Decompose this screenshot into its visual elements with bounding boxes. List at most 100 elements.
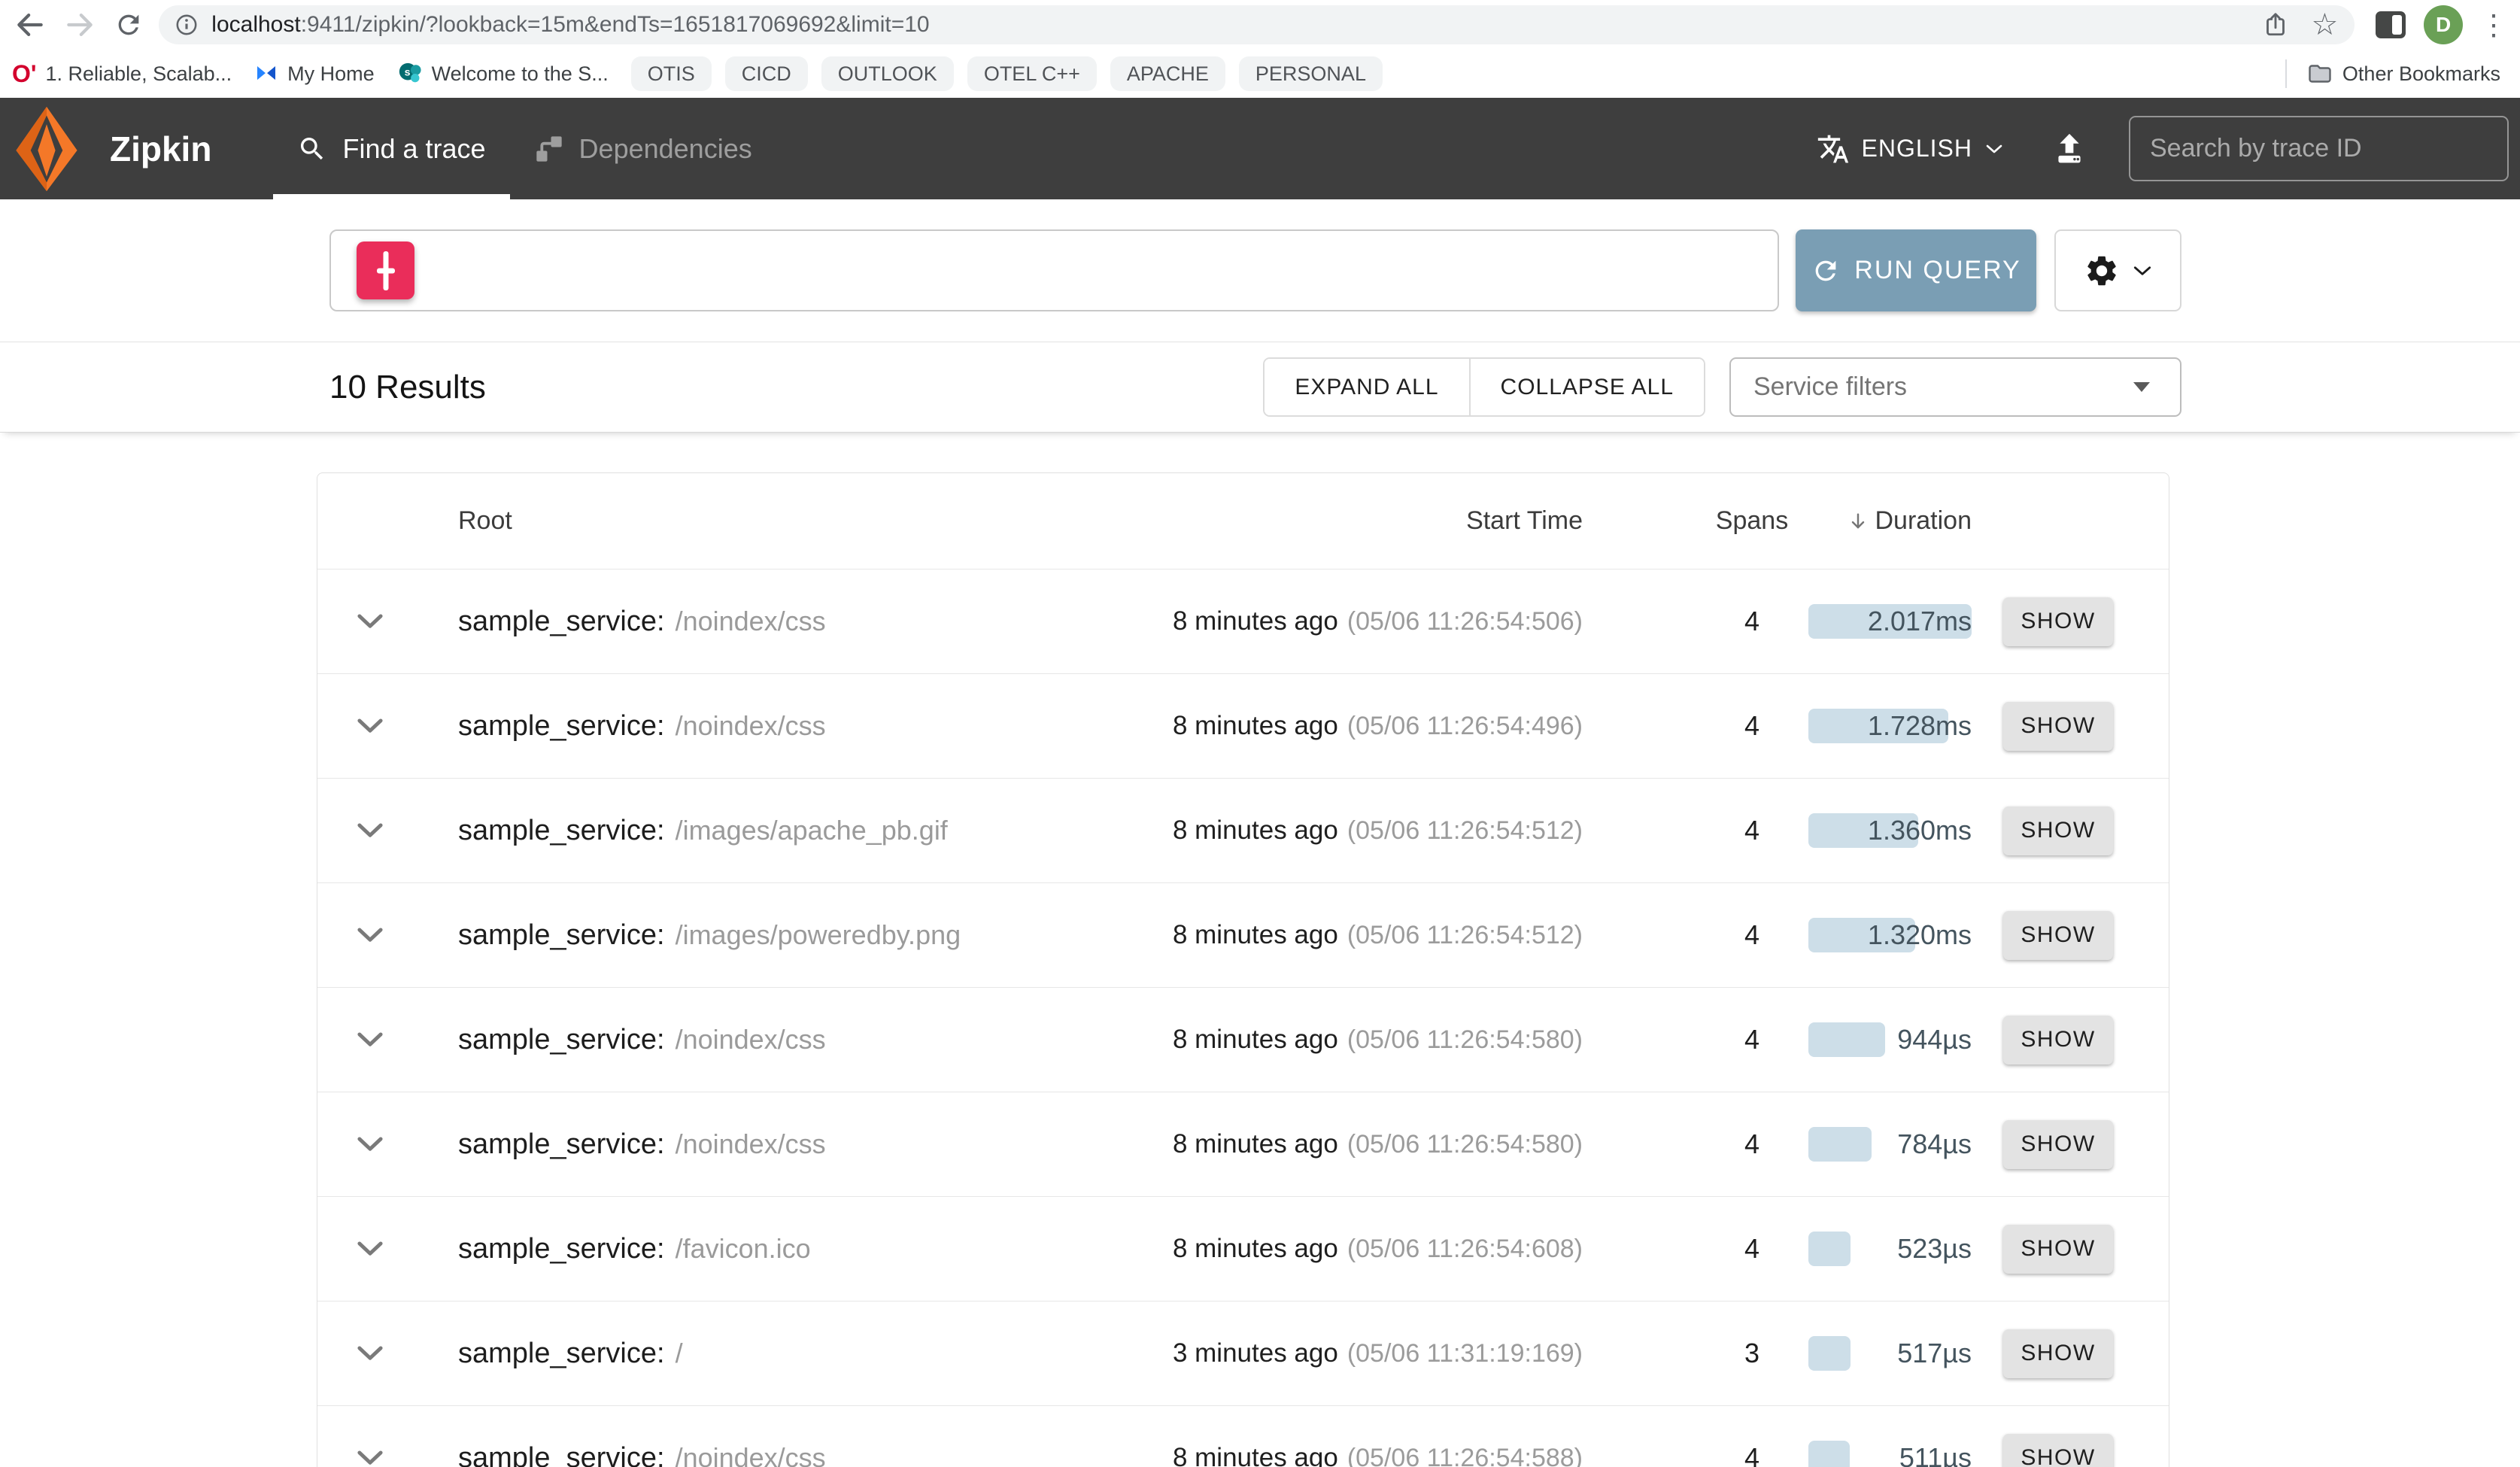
expand-row-button[interactable] (317, 822, 423, 839)
refresh-icon[interactable] (110, 5, 149, 44)
table-header: Root Start Time Spans Duration (317, 473, 2169, 569)
bookmark-star-icon[interactable]: ☆ (2312, 10, 2339, 40)
dropdown-icon (2133, 382, 2150, 392)
show-trace-button[interactable]: SHOW (2003, 1225, 2113, 1274)
bookmark-my-home[interactable]: My Home (254, 62, 375, 86)
show-trace-button[interactable]: SHOW (2003, 1120, 2113, 1169)
span-count: 4 (1744, 815, 1759, 846)
bookmark-otis[interactable]: OTIS (631, 56, 712, 91)
timestamp: (05/06 11:26:54:512) (1347, 921, 1583, 949)
span-name: /images/poweredby.png (676, 919, 961, 950)
site-info-icon[interactable] (174, 12, 199, 38)
duration-cell: 1.320ms (1808, 883, 1972, 987)
relative-time: 8 minutes ago (1173, 1443, 1338, 1467)
span-count: 4 (1744, 1442, 1759, 1467)
root-span-cell: sample_service:/noindex/css (423, 710, 1149, 743)
tab-dependencies[interactable]: Dependencies (510, 98, 776, 199)
table-row: sample_service:/noindex/css 8 minutes ag… (317, 1092, 2169, 1196)
brand-title: Zipkin (110, 98, 211, 199)
expand-all-button[interactable]: EXPAND ALL (1265, 359, 1468, 415)
relative-time: 8 minutes ago (1173, 711, 1338, 740)
timestamp: (05/06 11:26:54:506) (1347, 607, 1583, 636)
add-criterion-button[interactable] (357, 241, 414, 299)
collapse-all-button[interactable]: COLLAPSE ALL (1469, 359, 1704, 415)
run-query-label: RUN QUERY (1854, 256, 2021, 285)
svg-text:s: s (404, 66, 410, 78)
kebab-icon[interactable]: ⋮ (2479, 8, 2508, 42)
translate-icon (1817, 132, 1850, 166)
relative-time: 8 minutes ago (1173, 816, 1338, 845)
expand-row-button[interactable] (317, 1450, 423, 1466)
span-count: 3 (1744, 1338, 1759, 1368)
chevron-down-icon (2132, 264, 2153, 278)
start-time-cell: 3 minutes ago(05/06 11:31:19:169) (1149, 1338, 1696, 1368)
plus-icon (371, 248, 401, 293)
table-row: sample_service:/noindex/css 8 minutes ag… (317, 1405, 2169, 1467)
table-row: sample_service:/images/poweredby.png 8 m… (317, 882, 2169, 987)
root-span-cell: sample_service:/images/poweredby.png (423, 919, 1149, 952)
language-selector[interactable]: ENGLISH (1817, 132, 2004, 166)
service-filters-dropdown[interactable]: Service filters (1729, 357, 2181, 417)
timestamp: (05/06 11:26:54:588) (1347, 1444, 1583, 1467)
duration-value: 944µs (1897, 1024, 1972, 1055)
trace-id-search-input[interactable] (2129, 116, 2509, 181)
table-row: sample_service:/noindex/css 8 minutes ag… (317, 673, 2169, 778)
expand-row-button[interactable] (317, 718, 423, 734)
expand-row-button[interactable] (317, 1241, 423, 1257)
show-trace-button[interactable]: SHOW (2003, 806, 2113, 855)
show-trace-button[interactable]: SHOW (2003, 911, 2113, 960)
service-name: sample_service: (458, 606, 665, 637)
upload-icon[interactable] (2052, 132, 2087, 166)
bookmarks-bar: O' 1. Reliable, Scalab... My Home s Welc… (0, 50, 2520, 98)
sort-desc-icon (1847, 511, 1869, 532)
start-time-cell: 8 minutes ago(05/06 11:26:54:496) (1149, 711, 1696, 741)
show-trace-button[interactable]: SHOW (2003, 702, 2113, 751)
bookmark-personal[interactable]: PERSONAL (1239, 56, 1383, 91)
query-settings-button[interactable] (2054, 229, 2181, 311)
tab-find-a-trace[interactable]: Find a trace (273, 98, 509, 199)
back-icon[interactable] (11, 5, 50, 44)
bookmark-oreilly[interactable]: O' 1. Reliable, Scalab... (12, 60, 232, 88)
profile-avatar[interactable]: D (2424, 5, 2463, 44)
root-span-cell: sample_service:/noindex/css (423, 1128, 1149, 1161)
run-query-button[interactable]: RUN QUERY (1796, 229, 2036, 311)
side-panel-icon[interactable] (2376, 11, 2406, 38)
bookmark-cicd[interactable]: CICD (725, 56, 808, 91)
other-bookmarks[interactable]: Other Bookmarks (2306, 60, 2500, 87)
expand-row-button[interactable] (317, 1345, 423, 1362)
expand-row-button[interactable] (317, 1031, 423, 1048)
relative-time: 8 minutes ago (1173, 1129, 1338, 1159)
spans-cell: 4 (1696, 710, 1808, 742)
expand-row-button[interactable] (317, 1136, 423, 1153)
bookmark-sharepoint[interactable]: s Welcome to the S... (397, 61, 609, 87)
bookmark-outlook[interactable]: OUTLOOK (821, 56, 954, 91)
show-trace-button[interactable]: SHOW (2003, 1434, 2113, 1467)
service-name: sample_service: (458, 1338, 665, 1369)
chevron-down-icon (1984, 143, 2004, 155)
duration-bar (1808, 1441, 1850, 1467)
bookmark-otel-cpp[interactable]: OTEL C++ (967, 56, 1097, 91)
tab-label: Find a trace (342, 133, 485, 165)
share-icon[interactable] (2262, 11, 2289, 38)
zipkin-header: Zipkin Find a trace Dependencies ENGLISH (0, 98, 2520, 199)
root-span-cell: sample_service:/noindex/css (423, 1024, 1149, 1056)
bookmark-apache[interactable]: APACHE (1110, 56, 1225, 91)
column-start-time: Start Time (1149, 506, 1696, 536)
service-name: sample_service: (458, 1442, 665, 1467)
table-body: sample_service:/noindex/css 8 minutes ag… (317, 569, 2169, 1467)
url-bar[interactable]: localhost:9411/zipkin/?lookback=15m&endT… (159, 5, 2355, 44)
expand-row-button[interactable] (317, 927, 423, 943)
refresh-icon (1811, 256, 1841, 286)
show-trace-button[interactable]: SHOW (2003, 1329, 2113, 1378)
forward-icon[interactable] (60, 5, 99, 44)
show-trace-button[interactable]: SHOW (2003, 597, 2113, 646)
show-trace-button[interactable]: SHOW (2003, 1016, 2113, 1065)
query-criteria-box[interactable] (329, 229, 1779, 311)
span-count: 4 (1744, 1233, 1759, 1264)
expand-row-button[interactable] (317, 613, 423, 630)
span-count: 4 (1744, 1128, 1759, 1159)
column-root: Root (423, 506, 1149, 536)
results-content: Root Start Time Spans Duration sample_se… (0, 472, 2520, 1467)
column-duration[interactable]: Duration (1808, 473, 1972, 569)
duration-cell: 1.360ms (1808, 779, 1972, 882)
